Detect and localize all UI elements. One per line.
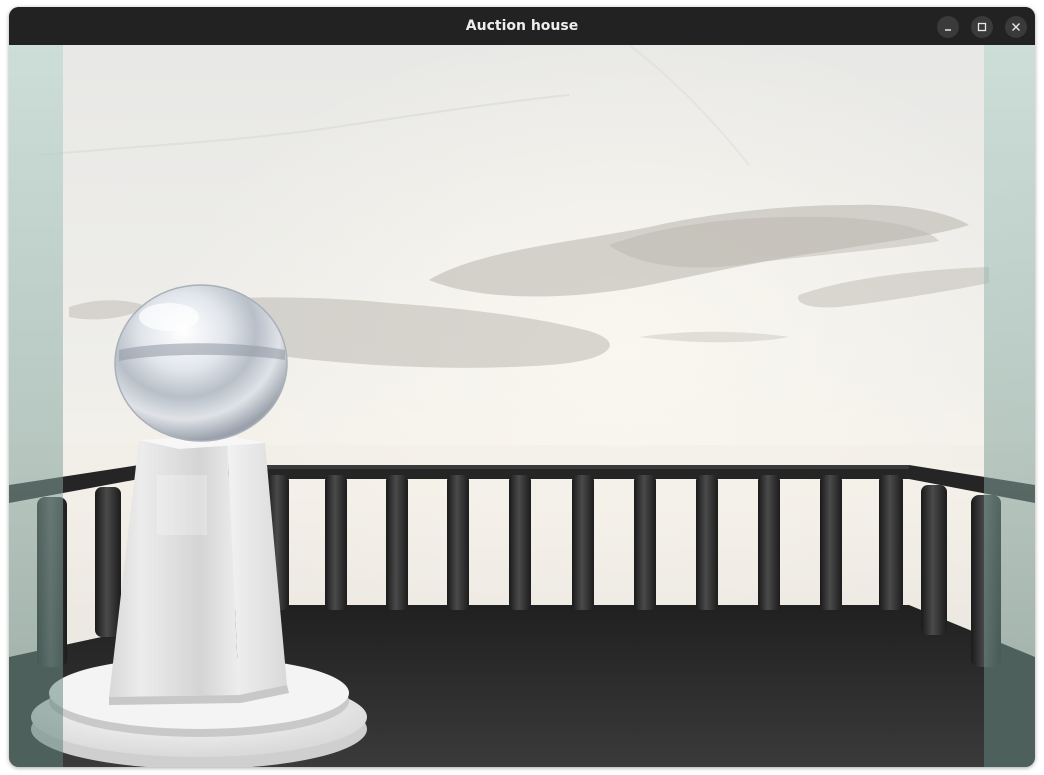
close-icon	[1012, 23, 1020, 31]
app-window: Auction house	[9, 7, 1035, 767]
scene-canvas	[9, 45, 1035, 767]
glass-panel-left	[9, 45, 63, 767]
glass-panel-right	[984, 45, 1035, 767]
minimize-button[interactable]	[937, 16, 959, 38]
chrome-sphere	[114, 284, 288, 442]
window-title: Auction house	[465, 18, 579, 34]
maximize-button[interactable]	[971, 16, 993, 38]
minimize-icon	[945, 29, 951, 31]
close-button[interactable]	[1005, 16, 1027, 38]
3d-viewport[interactable]	[9, 45, 1035, 767]
title-bar[interactable]: Auction house	[9, 7, 1035, 45]
maximize-icon	[977, 22, 987, 32]
